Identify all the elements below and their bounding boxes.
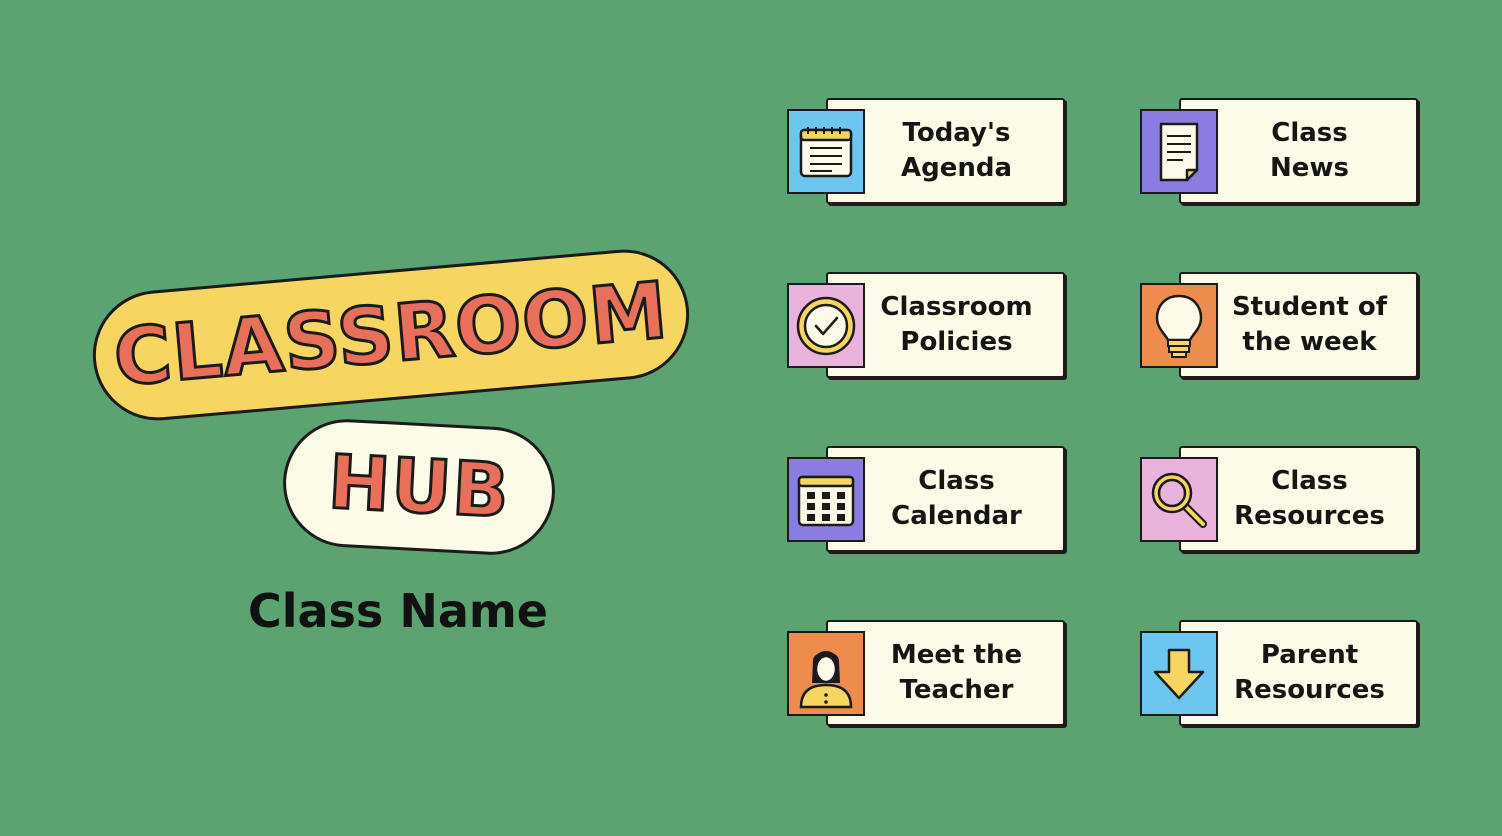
card-parent-resources[interactable]: Parent Resources bbox=[1140, 620, 1420, 730]
card-label: Class News bbox=[1270, 118, 1349, 183]
document-icon bbox=[1140, 109, 1218, 194]
card-label: Parent Resources bbox=[1234, 640, 1385, 705]
magnifier-icon bbox=[1140, 457, 1218, 542]
calendar-icon bbox=[787, 457, 865, 542]
card-class-news[interactable]: Class News bbox=[1140, 98, 1420, 208]
checkmark-circle-icon bbox=[787, 283, 865, 368]
title-classroom: CLASSROOM bbox=[109, 264, 673, 405]
card-todays-agenda[interactable]: Today's Agenda bbox=[787, 98, 1067, 208]
lightbulb-icon bbox=[1140, 283, 1218, 368]
hub-title-banner: HUB bbox=[279, 415, 559, 559]
card-label: Today's Agenda bbox=[900, 118, 1013, 183]
down-arrow-icon bbox=[1140, 631, 1218, 716]
card-class-resources[interactable]: Class Resources bbox=[1140, 446, 1420, 556]
notepad-icon bbox=[787, 109, 865, 194]
classroom-title-banner: CLASSROOM bbox=[87, 244, 695, 426]
card-class-calendar[interactable]: Class Calendar bbox=[787, 446, 1067, 556]
card-student-of-the-week[interactable]: Student of the week bbox=[1140, 272, 1420, 382]
card-meet-the-teacher[interactable]: Meet the Teacher bbox=[787, 620, 1067, 730]
card-classroom-policies[interactable]: Classroom Policies bbox=[787, 272, 1067, 382]
class-name-text: Class Name bbox=[247, 584, 548, 638]
card-label: Classroom Policies bbox=[880, 292, 1033, 357]
card-label: Student of the week bbox=[1231, 292, 1388, 357]
card-label: Class Calendar bbox=[891, 466, 1022, 531]
title-hub: HUB bbox=[325, 438, 514, 536]
card-label: Class Resources bbox=[1234, 466, 1385, 531]
card-label: Meet the Teacher bbox=[890, 640, 1023, 705]
teacher-icon bbox=[787, 631, 865, 716]
